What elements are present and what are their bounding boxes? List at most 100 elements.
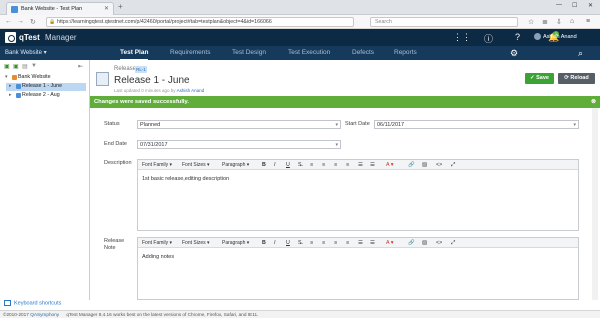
- reading-list-icon[interactable]: ≣: [542, 18, 548, 26]
- download-icon[interactable]: ⇩: [556, 18, 562, 26]
- chevron-down-icon: ▾: [335, 142, 338, 148]
- align-right-icon[interactable]: ≡: [334, 162, 337, 168]
- font-family-label: Font Family: [142, 162, 169, 168]
- user-name[interactable]: Ashish Anand: [543, 34, 577, 40]
- bold-button[interactable]: B: [262, 240, 266, 246]
- strikethrough-icon[interactable]: S̶: [298, 240, 302, 246]
- chevron-down-icon: ▾: [335, 122, 338, 128]
- font-sizes-select[interactable]: Font Sizes ▾: [182, 240, 210, 246]
- code-icon[interactable]: <>: [436, 240, 442, 246]
- link-icon[interactable]: 🔗: [408, 162, 415, 168]
- project-selector[interactable]: Bank Website ▾: [5, 49, 47, 56]
- italic-button[interactable]: I: [274, 162, 275, 168]
- expand-arrow-icon[interactable]: ▸: [9, 83, 12, 89]
- tab-test-design[interactable]: Test Design: [232, 49, 266, 56]
- success-message: Changes were saved successfully.: [94, 99, 189, 105]
- tab-requirements[interactable]: Requirements: [170, 49, 210, 56]
- menu-icon[interactable]: ≡: [586, 18, 590, 25]
- search-icon[interactable]: ⌕: [578, 48, 583, 59]
- image-icon[interactable]: ▨: [422, 240, 427, 246]
- code-icon[interactable]: <>: [436, 162, 442, 168]
- save-button[interactable]: ✓ Save: [525, 73, 554, 84]
- font-sizes-select[interactable]: Font Sizes ▾: [182, 162, 210, 168]
- add-folder-icon[interactable]: ▣: [4, 63, 10, 70]
- align-left-icon[interactable]: ≡: [310, 162, 313, 168]
- browser-tab[interactable]: Bank Website - Test Plan ✕: [6, 2, 114, 15]
- back-icon[interactable]: ←: [5, 18, 12, 25]
- page-title[interactable]: Release 1 - June: [114, 75, 190, 86]
- justify-icon[interactable]: ≡: [346, 240, 349, 246]
- edit-icon[interactable]: ▤: [22, 63, 28, 70]
- italic-button[interactable]: I: [274, 240, 275, 246]
- keyboard-shortcuts-link[interactable]: Keyboard shortcuts: [4, 300, 61, 306]
- maximize-icon[interactable]: ☐: [572, 2, 577, 9]
- tree-item-release-1[interactable]: ▸ Release 1 - June: [6, 83, 86, 91]
- align-right-icon[interactable]: ≡: [334, 240, 337, 246]
- avatar[interactable]: [534, 33, 541, 40]
- copyright: ©2010-2017: [3, 312, 29, 317]
- close-tab-icon[interactable]: ✕: [104, 5, 109, 12]
- browser-search-input[interactable]: Search: [370, 17, 518, 27]
- underline-button[interactable]: U: [286, 240, 290, 246]
- collapse-panel-icon[interactable]: ⇤: [78, 63, 83, 70]
- status-select[interactable]: Planned ▾: [137, 120, 341, 129]
- star-icon[interactable]: ☆: [528, 18, 534, 26]
- release-tag: Release: [114, 66, 137, 72]
- close-banner-icon[interactable]: ⊗: [591, 98, 596, 105]
- fullscreen-icon[interactable]: ⤢: [451, 162, 455, 169]
- url-input[interactable]: 🔒 https://learningqtest.qtestnet.com/p/4…: [46, 17, 354, 27]
- home-icon[interactable]: ⌂: [570, 18, 574, 25]
- font-sizes-label: Font Sizes: [182, 162, 206, 168]
- start-date-field[interactable]: 06/11/2017 ▾: [374, 120, 579, 129]
- release-note-editor[interactable]: Font Family ▾ Font Sizes ▾ Paragraph ▾ B…: [137, 237, 579, 300]
- header-user: Ashish Anand: [0, 29, 600, 46]
- bullet-list-icon[interactable]: ☰: [358, 240, 363, 246]
- font-family-select[interactable]: Font Family ▾: [142, 240, 172, 246]
- settings-gear-icon[interactable]: ⚙: [510, 48, 518, 59]
- expand-arrow-icon[interactable]: ▸: [9, 92, 12, 98]
- text-color-icon[interactable]: A ▾: [386, 162, 393, 168]
- tab-test-plan[interactable]: Test Plan: [120, 49, 149, 60]
- close-window-icon[interactable]: ✕: [588, 2, 593, 9]
- description-editor[interactable]: Font Family ▾ Font Sizes ▾ Paragraph ▾ B…: [137, 159, 579, 231]
- image-icon[interactable]: ▨: [422, 162, 427, 168]
- align-center-icon[interactable]: ≡: [322, 240, 325, 246]
- end-date-field[interactable]: 07/31/2017 ▾: [137, 140, 341, 149]
- paragraph-select[interactable]: Paragraph ▾: [222, 162, 249, 168]
- bullet-list-icon[interactable]: ☰: [358, 162, 363, 168]
- tab-defects[interactable]: Defects: [352, 49, 374, 56]
- tab-test-execution[interactable]: Test Execution: [288, 49, 330, 56]
- strikethrough-icon[interactable]: S̶: [298, 162, 302, 168]
- paragraph-select[interactable]: Paragraph ▾: [222, 240, 249, 246]
- company-link[interactable]: QASymphony: [30, 312, 59, 317]
- tree-item-label: Bank Website: [18, 74, 51, 80]
- numbered-list-icon[interactable]: ☰: [370, 162, 375, 168]
- underline-button[interactable]: U: [286, 162, 290, 168]
- tab-reports[interactable]: Reports: [394, 49, 417, 56]
- link-icon[interactable]: 🔗: [408, 240, 415, 246]
- bold-button[interactable]: B: [262, 162, 266, 168]
- scrollbar[interactable]: [592, 108, 598, 300]
- align-center-icon[interactable]: ≡: [322, 162, 325, 168]
- refresh-icon[interactable]: ↻: [30, 18, 36, 26]
- new-tab-button[interactable]: +: [118, 2, 123, 11]
- align-left-icon[interactable]: ≡: [310, 240, 313, 246]
- project-name: Bank Website: [5, 50, 42, 56]
- release-note-label-2: Note: [104, 245, 116, 251]
- save-label: Save: [536, 75, 549, 81]
- font-family-select[interactable]: Font Family ▾: [142, 162, 172, 168]
- fullscreen-icon[interactable]: ⤢: [451, 240, 455, 247]
- justify-icon[interactable]: ≡: [346, 162, 349, 168]
- add-release-icon[interactable]: ▣: [13, 63, 19, 70]
- tree-item-release-2[interactable]: ▸ Release 2 - Aug: [6, 92, 86, 100]
- forward-icon[interactable]: →: [17, 18, 24, 25]
- reload-button[interactable]: ⟳ Reload: [558, 73, 595, 84]
- text-color-icon[interactable]: A ▾: [386, 240, 393, 246]
- collapse-arrow-icon[interactable]: ▾: [5, 74, 8, 80]
- last-updated-user[interactable]: Ashish Anand: [177, 88, 205, 93]
- paragraph-label: Paragraph: [222, 162, 246, 168]
- filter-icon[interactable]: ▼: [31, 63, 37, 69]
- minimize-icon[interactable]: —: [556, 2, 562, 8]
- tree-item-project[interactable]: ▾ Bank Website: [2, 74, 88, 82]
- numbered-list-icon[interactable]: ☰: [370, 240, 375, 246]
